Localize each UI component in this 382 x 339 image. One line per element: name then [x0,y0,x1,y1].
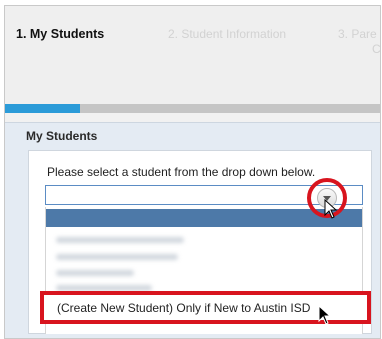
step-my-students[interactable]: 1. My Students [16,27,104,42]
blurred-student-option[interactable] [56,237,184,243]
step-bar [5,6,380,113]
step-student-information[interactable]: 2. Student Information [168,27,286,42]
mouse-pointer-icon [324,199,338,219]
step-parent[interactable]: 3. Pare C [338,27,382,57]
blurred-student-option[interactable] [56,270,134,276]
select-prompt: Please select a student from the drop do… [47,165,316,179]
create-new-student-option[interactable]: (Create New Student) Only if New to Aust… [57,301,310,315]
progress-track [5,104,380,113]
mouse-pointer-icon [318,305,332,325]
step-3-label: 3. Pare [338,27,377,41]
progress-fill [5,104,81,113]
blurred-student-option[interactable] [56,254,178,260]
step-3-label-cont: C [372,42,381,56]
panel-title: My Students [26,129,98,143]
